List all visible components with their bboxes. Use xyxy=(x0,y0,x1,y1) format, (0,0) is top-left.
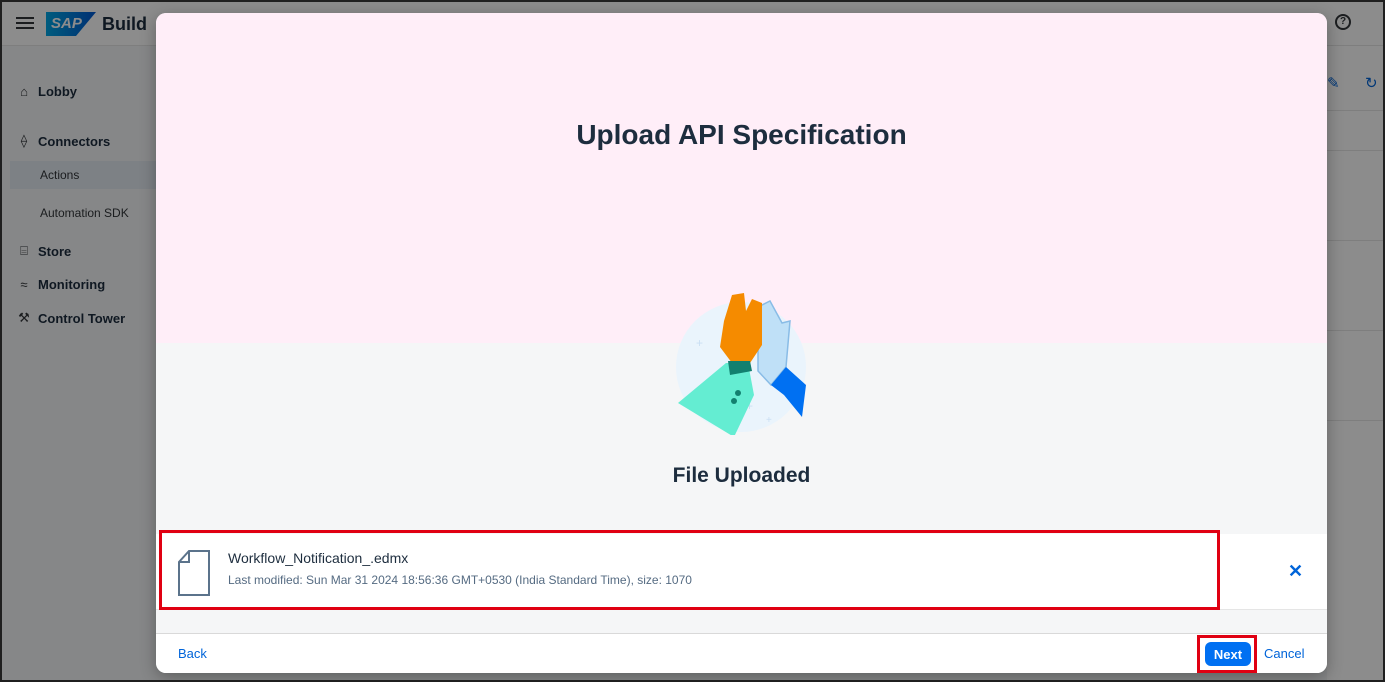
svg-text:+: + xyxy=(766,415,772,426)
file-name: Workflow_Notification_.edmx xyxy=(228,550,409,566)
upload-dialog: Upload API Specification + + + File Uplo… xyxy=(156,13,1327,673)
document-icon xyxy=(178,550,210,596)
svg-text:+: + xyxy=(696,336,703,350)
upload-status: File Uploaded xyxy=(672,464,811,487)
dialog-title: Upload API Specification xyxy=(576,119,907,150)
remove-file-icon[interactable]: ✕ xyxy=(1288,561,1303,582)
app-window: SAP Build ? ⌂ Lobby ⟠ Connectors Actions… xyxy=(0,0,1385,682)
cancel-button[interactable]: Cancel xyxy=(1264,646,1304,661)
next-button[interactable]: Next xyxy=(1205,642,1251,666)
dialog-footer: Back Next Cancel xyxy=(156,633,1327,673)
back-button[interactable]: Back xyxy=(178,646,207,661)
high-five-illustration: + + + xyxy=(676,293,806,435)
uploaded-file-item: Workflow_Notification_.edmx Last modifie… xyxy=(156,530,1327,610)
file-highlight-box xyxy=(159,530,1220,610)
file-metadata: Last modified: Sun Mar 31 2024 18:56:36 … xyxy=(228,573,692,587)
